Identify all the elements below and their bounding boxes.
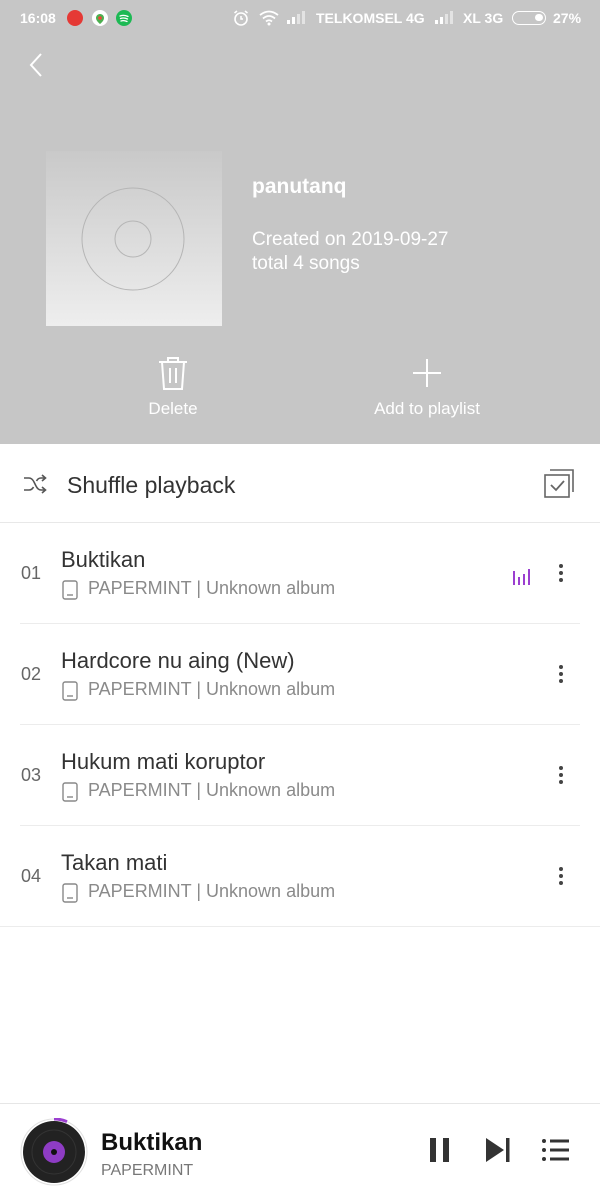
battery-percent: 27% [553,10,582,26]
alarm-icon [232,9,250,30]
wifi-icon [259,10,279,29]
shuffle-label: Shuffle playback [67,472,236,498]
song-title: Hukum mati koruptor [61,749,266,774]
song-meta: PAPERMINT | Unknown album [88,780,336,800]
song-meta: PAPERMINT | Unknown album [88,578,336,598]
delete-button[interactable]: Delete [130,355,216,419]
more-options-icon[interactable] [553,864,569,888]
back-button[interactable] [24,50,48,80]
local-file-icon [62,580,78,600]
signal-1-icon [286,10,306,24]
spotify-notification-icon [116,10,132,26]
pause-button[interactable] [428,1136,452,1164]
song-meta: PAPERMINT | Unknown album [88,881,336,901]
created-date: Created on 2019-09-27 [252,229,449,250]
shuffle-playback-row[interactable]: Shuffle playback [0,444,600,523]
song-title: Takan mati [61,850,168,875]
track-number: 04 [21,866,42,886]
playlist-title: panutanq [252,175,347,198]
add-to-playlist-label: Add to playlist [374,399,480,418]
carrier-1: TELKOMSEL 4G [316,10,425,26]
playlist-header: 16:08 TELKOMSEL 4G XL 3G 27% panutanq Cr… [0,0,600,444]
signal-2-icon [434,10,454,24]
multi-select-icon[interactable] [543,469,575,499]
mini-player[interactable]: Buktikan PAPERMINT [0,1103,600,1201]
status-bar: 16:08 TELKOMSEL 4G XL 3G 27% [0,0,600,36]
next-track-button[interactable] [484,1136,512,1164]
local-file-icon [62,883,78,903]
now-playing-artist: PAPERMINT [101,1162,194,1179]
playlist-cover [46,151,222,326]
carrier-2: XL 3G [463,10,504,26]
playlist-queue-button[interactable] [541,1136,571,1164]
divider [0,926,600,927]
track-number: 01 [21,563,42,583]
music-app-notification-icon [67,10,83,26]
track-number: 02 [21,664,42,684]
shuffle-icon [24,474,47,494]
more-options-icon[interactable] [553,561,569,585]
battery-icon [512,11,546,25]
local-file-icon [62,782,78,802]
song-row[interactable]: 01 Buktikan PAPERMINT | Unknown album [0,523,600,624]
delete-label: Delete [148,399,198,418]
now-playing-icon [513,569,530,585]
song-meta: PAPERMINT | Unknown album [88,679,336,699]
status-time: 16:08 [20,10,56,26]
plus-icon [413,359,441,387]
local-file-icon [62,681,78,701]
album-disc-icon[interactable] [20,1118,88,1186]
more-options-icon[interactable] [553,662,569,686]
disc-placeholder-icon [81,187,185,291]
song-title: Hardcore nu aing (New) [61,648,295,673]
song-row[interactable]: 04 Takan mati PAPERMINT | Unknown album [0,826,600,927]
chevron-left-icon [29,53,42,77]
song-row[interactable]: 02 Hardcore nu aing (New) PAPERMINT | Un… [0,624,600,725]
song-row[interactable]: 03 Hukum mati koruptor PAPERMINT | Unkno… [0,725,600,826]
maps-notification-icon [92,10,108,26]
more-options-icon[interactable] [553,763,569,787]
trash-icon [159,357,187,390]
song-count: total 4 songs [252,253,360,274]
add-to-playlist-button[interactable]: Add to playlist [355,355,499,419]
song-title: Buktikan [61,547,146,572]
now-playing-title: Buktikan [101,1129,203,1156]
track-number: 03 [21,765,42,785]
